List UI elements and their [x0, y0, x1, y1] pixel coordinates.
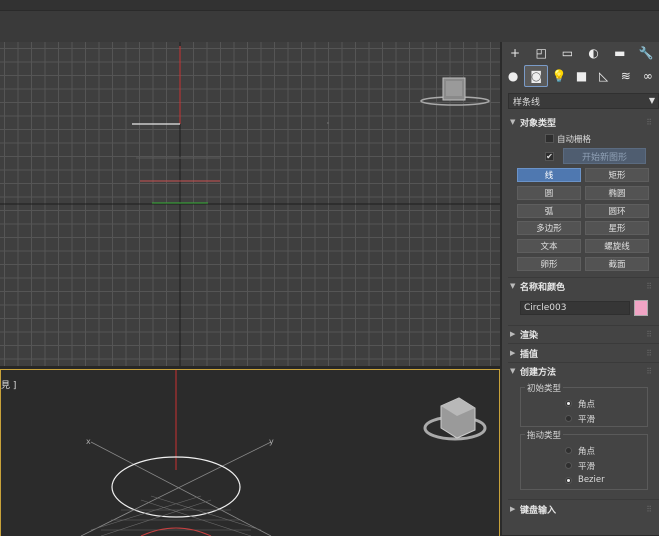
rollout-creation-method[interactable]: ▼ 创建方法 ⠿: [510, 364, 656, 378]
viewport-top[interactable]: [0, 42, 500, 366]
utilities-tab-icon[interactable]: 🔧: [633, 42, 659, 64]
rollout-title: 创建方法: [520, 367, 557, 378]
rollout-grip-icon: ⠿: [646, 329, 652, 339]
create-tab-icon[interactable]: +: [502, 42, 528, 64]
egg-button[interactable]: 卵形: [517, 257, 581, 271]
viewport-perspective-canvas: x y: [80, 370, 487, 536]
rollout-title: 键盘输入: [520, 505, 557, 516]
title-strip: [0, 0, 659, 11]
cameras-icon[interactable]: ■: [570, 65, 592, 87]
y-axis-tick: y: [269, 437, 274, 446]
rollout-grip-icon: ⠿: [646, 348, 652, 358]
expand-triangle-icon: ▶: [510, 505, 516, 513]
start-new-shape-checkbox[interactable]: ✔: [545, 152, 554, 161]
ellipse-button[interactable]: 椭圆: [585, 186, 649, 200]
ngon-button[interactable]: 多边形: [517, 221, 581, 235]
rollout-grip-icon: ⠿: [646, 281, 652, 291]
rollout-title: 插值: [520, 349, 539, 360]
rollout-grip-icon: ⠿: [646, 366, 652, 376]
create-category-tabs: ● ◙ 💡 ■ ◺ ≋ ∞: [502, 65, 659, 87]
drag-corner-radio[interactable]: [565, 447, 572, 454]
main-toolbar: [0, 0, 659, 42]
modify-tab-icon[interactable]: ◰: [528, 42, 554, 64]
expand-triangle-icon: ▶: [510, 330, 516, 338]
drag-bezier-radio[interactable]: [565, 477, 572, 484]
rollout-grip-icon: ⠿: [646, 504, 652, 514]
viewport-perspective[interactable]: 見 ] x y: [0, 369, 500, 536]
rectangle-button[interactable]: 矩形: [585, 168, 649, 182]
line-button[interactable]: 线: [517, 168, 581, 182]
collapse-triangle-icon: ▼: [510, 282, 516, 290]
rollout-divider: [508, 362, 659, 363]
helpers-icon[interactable]: ◺: [593, 65, 615, 87]
autogrid-label: 自动栅格: [557, 135, 592, 145]
rollout-divider: [508, 277, 659, 278]
initial-type-label: 初始类型: [525, 382, 564, 394]
object-color-swatch[interactable]: [634, 300, 648, 316]
x-axis-tick: x: [86, 437, 91, 446]
lights-icon[interactable]: 💡: [548, 65, 570, 87]
autogrid-checkbox[interactable]: [545, 134, 554, 143]
collapse-triangle-icon: ▼: [510, 367, 516, 375]
helix-button[interactable]: 螺旋线: [585, 239, 649, 253]
arc-button[interactable]: 弧: [517, 204, 581, 218]
rollout-title: 对象类型: [520, 118, 557, 129]
rollout-divider: [508, 343, 659, 344]
rollout-keyboard-entry[interactable]: ▶ 键盘输入 ⠿: [510, 502, 656, 516]
expand-triangle-icon: ▶: [510, 349, 516, 357]
viewport-label[interactable]: 見 ]: [1, 378, 16, 391]
shapes-icon[interactable]: ◙: [524, 65, 549, 87]
rollout-interpolation[interactable]: ▶ 插值 ⠿: [510, 346, 656, 360]
motion-tab-icon[interactable]: ◐: [581, 42, 607, 64]
collapse-triangle-icon: ▼: [510, 118, 516, 126]
drag-smooth-label: 平滑: [578, 462, 596, 472]
rollout-title: 名称和颜色: [520, 282, 566, 293]
initial-corner-label: 角点: [578, 400, 596, 410]
viewcube-icon[interactable]: [420, 77, 490, 106]
rollout-divider: [508, 499, 659, 500]
viewport-top-canvas: [0, 42, 500, 366]
rollout-name-color[interactable]: ▼ 名称和颜色 ⠿: [510, 279, 656, 293]
command-panel: + ◰ ▭ ◐ ▬ 🔧 ● ◙ 💡 ■ ◺ ≋ ∞ 样条线 ▼ ▼ 对象类型 ⠿…: [502, 42, 659, 535]
rollout-title: 渲染: [520, 330, 539, 341]
drag-corner-label: 角点: [578, 447, 596, 457]
perspective-grid: [90, 495, 262, 536]
drag-smooth-radio[interactable]: [565, 462, 572, 469]
category-value: 样条线: [513, 97, 541, 108]
geometry-icon[interactable]: ●: [502, 65, 524, 87]
section-button[interactable]: 截面: [585, 257, 649, 271]
rollout-render[interactable]: ▶ 渲染 ⠿: [510, 327, 656, 341]
rollout-grip-icon: ⠿: [646, 117, 652, 127]
systems-icon[interactable]: ∞: [637, 65, 659, 87]
initial-smooth-label: 平滑: [578, 415, 596, 425]
viewcube-icon[interactable]: [423, 397, 487, 441]
initial-smooth-radio[interactable]: [565, 415, 572, 422]
panel-tabs: + ◰ ▭ ◐ ▬ 🔧: [502, 42, 659, 64]
spacewarps-icon[interactable]: ≋: [615, 65, 637, 87]
text-button[interactable]: 文本: [517, 239, 581, 253]
donut-button[interactable]: 圆环: [585, 204, 649, 218]
drag-type-label: 拖动类型: [525, 429, 564, 441]
initial-corner-radio[interactable]: [565, 400, 572, 407]
grid-point: [327, 122, 329, 124]
star-button[interactable]: 星形: [585, 221, 649, 235]
hierarchy-tab-icon[interactable]: ▭: [554, 42, 580, 64]
start-new-shape-button[interactable]: 开始新图形: [563, 148, 646, 164]
display-tab-icon[interactable]: ▬: [607, 42, 633, 64]
drag-bezier-label: Bezier: [578, 475, 605, 485]
rollout-object-type[interactable]: ▼ 对象类型 ⠿: [510, 115, 656, 129]
chevron-down-icon: ▼: [648, 96, 655, 105]
category-dropdown[interactable]: 样条线 ▼: [508, 93, 659, 109]
object-name-input[interactable]: Circle003: [520, 301, 630, 315]
circle-button[interactable]: 圆: [517, 186, 581, 200]
rollout-divider: [508, 325, 659, 326]
